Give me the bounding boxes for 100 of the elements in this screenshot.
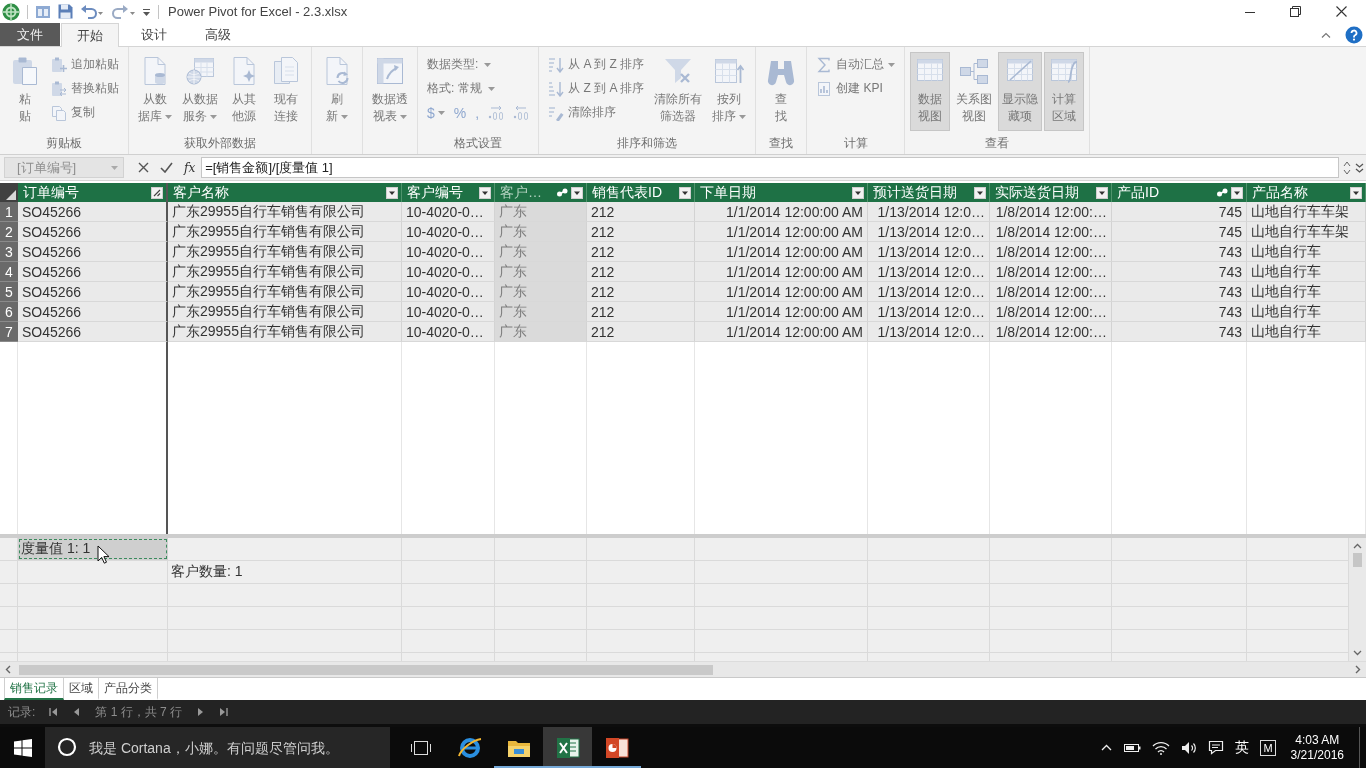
restore-icon[interactable]: [1290, 6, 1301, 17]
ribbon-dropdown[interactable]: 数据类型:: [427, 54, 530, 75]
ribbon-button[interactable]: 数据透 视表: [368, 52, 412, 131]
ribbon-button[interactable]: 清除所有 筛选器: [650, 52, 707, 131]
ribbon-button[interactable]: 粘 贴: [5, 52, 45, 131]
ribbon-button[interactable]: 从其 他源: [224, 52, 264, 131]
ribbon-button[interactable]: 数据 视图: [910, 52, 951, 131]
column-header[interactable]: 下单日期: [695, 183, 868, 202]
ribbon-button[interactable]: 从数 据库: [134, 52, 176, 131]
close-icon[interactable]: [1336, 6, 1347, 17]
ribbon-button[interactable]: 计算 区域: [1044, 52, 1085, 131]
horizontal-scrollbar[interactable]: [0, 661, 1366, 677]
measure-cell[interactable]: 度量值 1: 1: [18, 538, 168, 560]
ribbon-button[interactable]: 从 Z 到 A 排序: [548, 78, 645, 99]
first-record-icon[interactable]: [49, 708, 59, 716]
row-number[interactable]: 3: [0, 242, 18, 262]
chevron-right-icon[interactable]: [1355, 665, 1361, 674]
ribbon-button[interactable]: 追加粘贴: [51, 54, 119, 75]
row-number[interactable]: 1: [0, 202, 18, 222]
row-number[interactable]: 7: [0, 322, 18, 342]
column-header[interactable]: 订单编号: [18, 183, 168, 202]
ribbon-tab[interactable]: 开始: [61, 23, 119, 47]
vertical-scrollbar[interactable]: [1349, 538, 1366, 661]
name-box[interactable]: [订单编号]: [4, 157, 124, 178]
ribbon-button[interactable]: 复制: [51, 102, 119, 123]
sort-ascending-icon: [548, 56, 565, 73]
table-cell: 山地自行车车架: [1247, 202, 1366, 222]
previous-record-icon[interactable]: [72, 708, 82, 716]
ribbon-tab[interactable]: 设计: [125, 23, 183, 46]
scrollbar-thumb[interactable]: [1353, 553, 1362, 567]
column-header[interactable]: 客户编号: [402, 183, 495, 202]
column-header[interactable]: 销售代表ID: [587, 183, 695, 202]
ribbon-button[interactable]: 按列 排序: [708, 52, 751, 131]
table-cell: 10-4020-0…: [402, 282, 495, 302]
insert-function-button[interactable]: fx: [184, 160, 196, 175]
ribbon-tab[interactable]: 高级: [189, 23, 247, 46]
ribbon-button[interactable]: 替换粘贴: [51, 78, 119, 99]
formula-field[interactable]: =[销售金额]/[度量值 1]: [201, 157, 1339, 178]
ime-indicator[interactable]: M: [1260, 739, 1276, 756]
ribbon-tab[interactable]: 文件: [0, 23, 60, 46]
table-cell: 743: [1112, 242, 1247, 262]
table-cell: 山地自行车: [1247, 262, 1366, 282]
ribbon-dropdown[interactable]: 格式: 常规: [427, 78, 530, 99]
scrollbar-thumb[interactable]: [19, 664, 713, 675]
column-header[interactable]: 客户…: [495, 183, 587, 202]
column-header[interactable]: 实际送货日期: [990, 183, 1112, 202]
clipboard-swap-icon: [51, 80, 67, 97]
column-header[interactable]: 产品ID: [1112, 183, 1247, 202]
table-cell: 广东: [495, 202, 587, 222]
help-icon[interactable]: [1345, 25, 1363, 44]
group-label: 剪贴板: [46, 134, 82, 152]
volume-icon[interactable]: [1181, 740, 1198, 755]
table-globe-icon: [185, 56, 215, 86]
chevron-left-icon[interactable]: [5, 665, 11, 674]
dots-arrow-icon[interactable]: [488, 104, 505, 121]
row-number[interactable]: 4: [0, 262, 18, 282]
wifi-icon[interactable]: [1152, 740, 1171, 755]
search-field[interactable]: 我是 Cortana，小娜。有问题尽管问我。: [45, 727, 390, 768]
row-number[interactable]: 5: [0, 282, 18, 302]
save-icon[interactable]: [58, 4, 73, 19]
sigma-icon: [816, 56, 833, 73]
table-cell: 1/8/2014 12:00:…: [990, 242, 1112, 262]
ribbon-button[interactable]: 清除排序: [548, 102, 645, 123]
select-all-icon[interactable]: [6, 190, 16, 200]
column-header[interactable]: 预计送货日期: [868, 183, 990, 202]
table-cell: SO45266: [18, 262, 168, 282]
battery-icon[interactable]: [1123, 741, 1142, 754]
chevron-down-icon[interactable]: [1353, 650, 1362, 656]
last-record-icon[interactable]: [219, 708, 229, 716]
taskbar-app[interactable]: [543, 727, 592, 768]
ribbon-button[interactable]: 自动汇总: [816, 54, 896, 75]
column-header[interactable]: 客户名称: [168, 183, 402, 202]
ribbon-button[interactable]: 关系图 视图: [952, 52, 997, 131]
clock-date[interactable]: 3/21/2016: [1290, 747, 1344, 763]
row-number[interactable]: 6: [0, 302, 18, 322]
ribbon-button[interactable]: 从数据 服务: [178, 52, 222, 131]
filter-dropdown-icon: [1096, 186, 1108, 199]
four-panes-icon[interactable]: [13, 738, 32, 757]
column-header[interactable]: 产品名称: [1247, 183, 1366, 202]
undo-icon[interactable]: [80, 3, 104, 20]
table-cell: 山地自行车车架: [1247, 222, 1366, 242]
dots-arrow-icon[interactable]: [513, 104, 530, 121]
cancel-icon[interactable]: [138, 162, 149, 173]
documents-icon: [271, 56, 301, 86]
crosshair-icon[interactable]: [2, 2, 20, 21]
scroll-arrows-icon[interactable]: [1343, 159, 1351, 176]
row-number[interactable]: 2: [0, 222, 18, 242]
table-cell: 743: [1112, 322, 1247, 342]
ribbon-button[interactable]: 从 A 到 Z 排序: [548, 54, 645, 75]
ribbon-button[interactable]: 现有 连接: [266, 52, 306, 131]
message-icon[interactable]: [1208, 740, 1225, 755]
ribbon-button[interactable]: 创建 KPI: [816, 78, 896, 99]
measure-cell[interactable]: 客户数量: 1: [168, 561, 402, 583]
clock-time[interactable]: 4:03 AM: [1295, 732, 1340, 748]
ribbon-button[interactable]: 显示隐 藏项: [998, 52, 1043, 131]
ribbon-button[interactable]: 查 找: [761, 52, 802, 131]
input-language[interactable]: 英: [1235, 738, 1250, 757]
check-icon[interactable]: [160, 162, 173, 173]
table-cell: SO45266: [18, 242, 168, 262]
ribbon-button[interactable]: 刷 新: [317, 52, 357, 131]
